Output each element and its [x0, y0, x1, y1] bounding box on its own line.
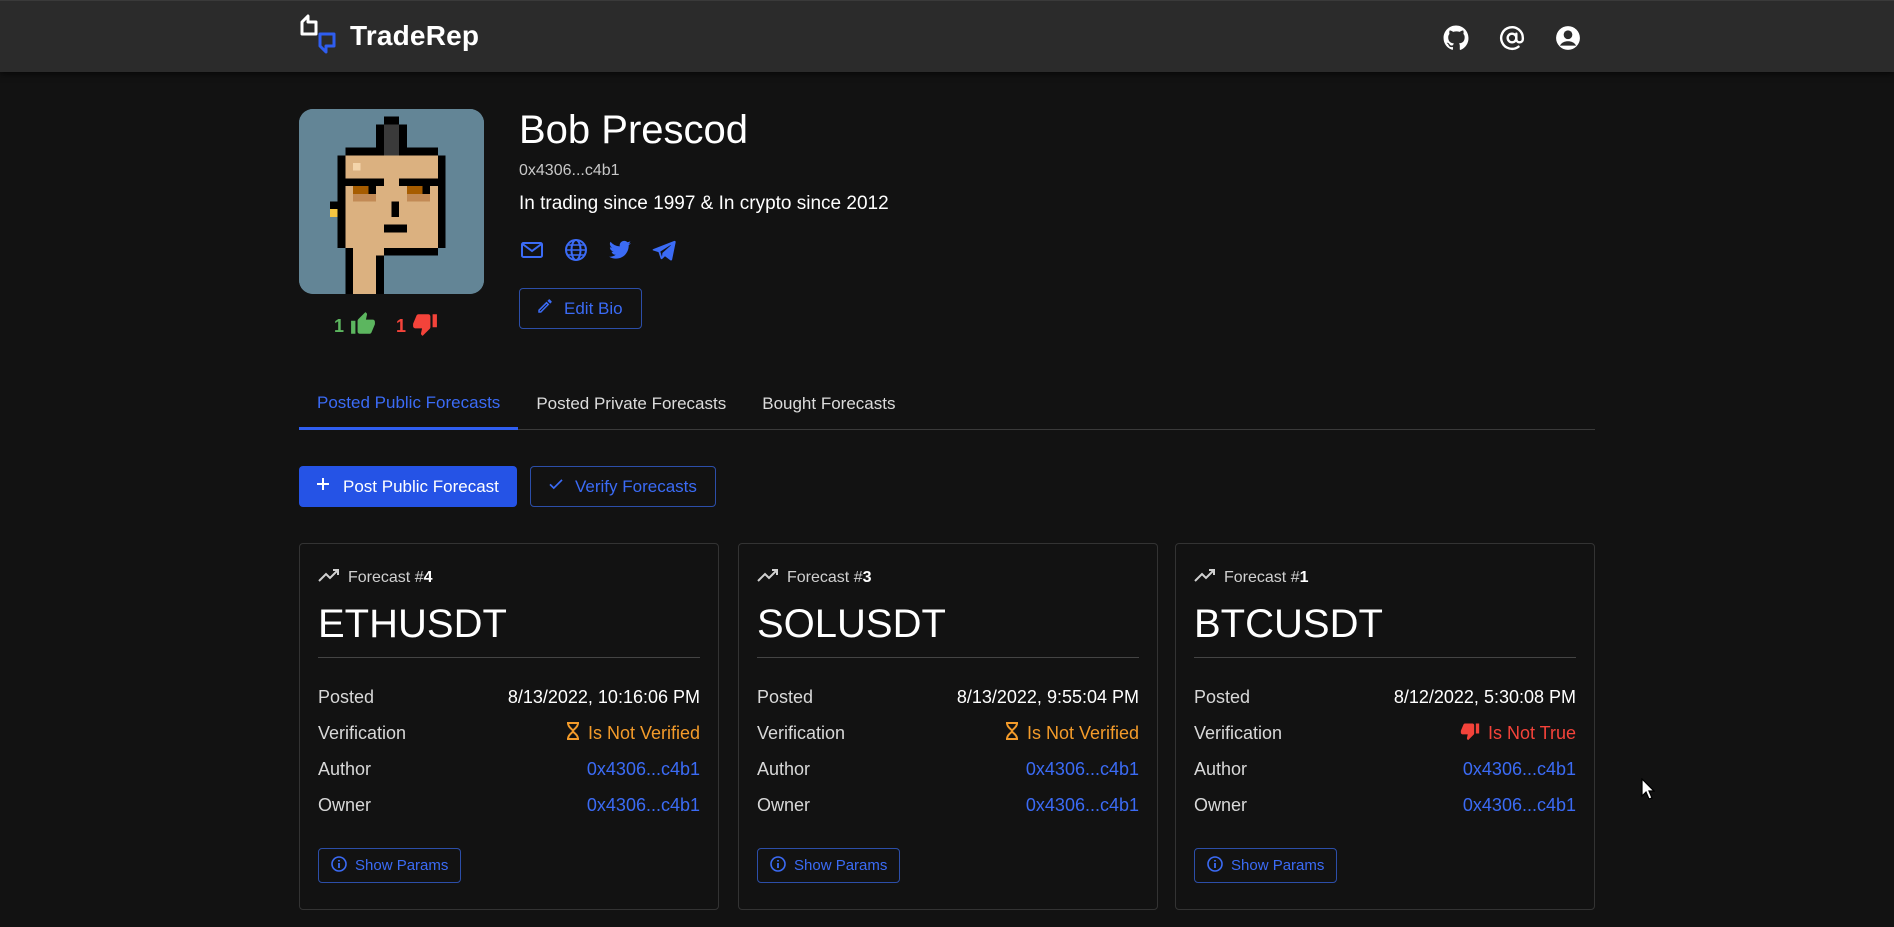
forecast-card-header: Forecast #4 [318, 566, 433, 589]
profile-avatar [299, 109, 484, 294]
at-sign-icon[interactable] [1496, 18, 1528, 58]
forecast-card-header: Forecast #3 [757, 566, 872, 589]
owner-row: Owner 0x4306...c4b1 [757, 794, 1139, 816]
author-link[interactable]: 0x4306...c4b1 [587, 759, 700, 780]
brand-name: TradeRep [350, 20, 480, 51]
post-public-forecast-button[interactable]: Post Public Forecast [299, 466, 517, 507]
profile-bio: In trading since 1997 & In crypto since … [519, 193, 889, 214]
info-icon [770, 855, 786, 876]
twitter-icon[interactable] [607, 237, 633, 263]
forecast-card[interactable]: Forecast #1 BTCUSDT Posted 8/12/2022, 5:3… [1175, 543, 1595, 910]
author-link[interactable]: 0x4306...c4b1 [1026, 759, 1139, 780]
verification-row: Verification Is Not True [1194, 715, 1576, 751]
verification-status: Is Not True [1487, 722, 1576, 743]
forecast-tabs: Posted Public Forecasts Posted Private F… [299, 378, 1595, 430]
likes-count: 1 [334, 315, 345, 336]
trending-up-icon [757, 566, 781, 589]
posted-row: Posted 8/13/2022, 9:55:04 PM [757, 686, 1139, 707]
app-bar: TradeRep [0, 0, 1894, 72]
account-circle-icon[interactable] [1552, 18, 1584, 58]
verification-row: Verification Is Not Verified [318, 721, 700, 745]
forecast-symbol: ETHUSDT [318, 602, 700, 658]
tab-posted-public-forecasts[interactable]: Posted Public Forecasts [299, 378, 519, 430]
owner-row: Owner 0x4306...c4b1 [1194, 794, 1576, 816]
reputation-votes: 1 1 [334, 311, 438, 341]
verify-forecasts-label: Verify Forecasts [575, 476, 697, 496]
hourglass-icon [1005, 721, 1019, 745]
author-row: Author 0x4306...c4b1 [1194, 758, 1576, 780]
info-icon [331, 855, 347, 876]
forecast-symbol: BTCUSDT [1194, 602, 1576, 658]
verify-forecasts-button[interactable]: Verify Forecasts [530, 466, 716, 507]
edit-bio-button[interactable]: Edit Bio [519, 288, 642, 329]
traderep-logo-icon [298, 14, 342, 59]
forecast-card[interactable]: Forecast #3 SOLUSDT Posted 8/13/2022, 9:5… [738, 543, 1158, 910]
mouse-cursor-icon [1641, 777, 1656, 805]
telegram-icon[interactable] [651, 237, 677, 263]
owner-link[interactable]: 0x4306...c4b1 [1026, 795, 1139, 816]
forecast-card-header: Forecast #1 [1194, 566, 1309, 589]
author-row: Author 0x4306...c4b1 [757, 758, 1139, 780]
forecast-card[interactable]: Forecast #4 ETHUSDT Posted 8/13/2022, 10:… [299, 543, 719, 910]
check-icon [547, 475, 565, 498]
show-params-button[interactable]: Show Params [318, 848, 462, 883]
globe-icon[interactable] [563, 237, 589, 263]
author-row: Author 0x4306...c4b1 [318, 758, 700, 780]
github-icon[interactable] [1440, 18, 1472, 58]
pencil-icon [536, 297, 554, 320]
trending-up-icon [1194, 566, 1218, 589]
dislikes-count: 1 [396, 315, 407, 336]
owner-link[interactable]: 0x4306...c4b1 [587, 795, 700, 816]
posted-row: Posted 8/13/2022, 10:16:06 PM [318, 686, 700, 707]
tab-posted-private-forecasts[interactable]: Posted Private Forecasts [518, 378, 744, 430]
post-public-forecast-label: Post Public Forecast [343, 476, 499, 496]
thumb-up-icon[interactable] [350, 311, 376, 342]
forecast-label: Forecast #4 [348, 568, 433, 586]
thumb-down-icon[interactable] [412, 311, 438, 342]
verification-status: Is Not Verified [587, 722, 700, 743]
forecast-symbol: SOLUSDT [757, 602, 1139, 658]
posted-row: Posted 8/12/2022, 5:30:08 PM [1194, 686, 1576, 707]
mail-icon[interactable] [519, 237, 545, 263]
profile-address: 0x4306...c4b1 [519, 162, 620, 179]
show-params-button[interactable]: Show Params [1194, 848, 1338, 883]
author-link[interactable]: 0x4306...c4b1 [1463, 759, 1576, 780]
owner-link[interactable]: 0x4306...c4b1 [1463, 795, 1576, 816]
forecast-label: Forecast #3 [787, 568, 872, 586]
social-links [519, 237, 677, 263]
info-icon [1207, 855, 1223, 876]
forecast-label: Forecast #1 [1224, 568, 1309, 586]
tab-bought-forecasts[interactable]: Bought Forecasts [744, 378, 913, 430]
hourglass-icon [566, 721, 580, 745]
owner-row: Owner 0x4306...c4b1 [318, 794, 700, 816]
trending-up-icon [318, 566, 342, 589]
plus-icon [315, 476, 331, 497]
show-params-button[interactable]: Show Params [757, 848, 901, 883]
profile-name: Bob Prescod [519, 108, 749, 152]
verification-row: Verification Is Not Verified [757, 721, 1139, 745]
thumb-down-icon [1460, 721, 1480, 746]
edit-bio-label: Edit Bio [564, 298, 623, 318]
verification-status: Is Not Verified [1026, 722, 1139, 743]
brand[interactable]: TradeRep [298, 14, 480, 59]
